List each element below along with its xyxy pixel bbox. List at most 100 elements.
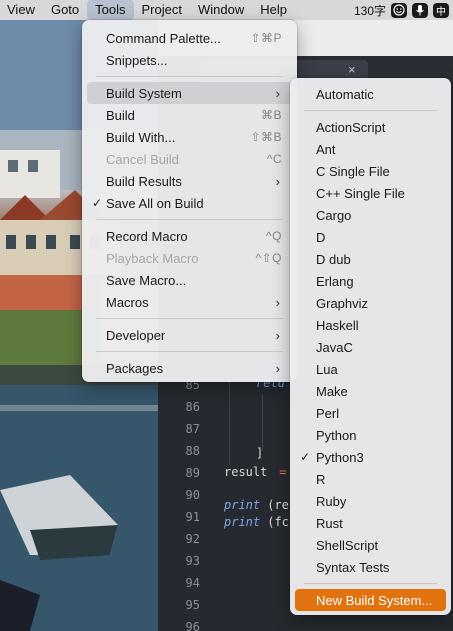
menu-separator: [96, 318, 283, 319]
line-number: 90: [185, 488, 200, 502]
menu-item-label: Python: [316, 427, 357, 443]
menu-view[interactable]: View: [0, 0, 43, 20]
menu-item-build[interactable]: Build ⌘B: [87, 104, 292, 126]
status-area: 130字 中: [354, 2, 453, 19]
menu-help[interactable]: Help: [252, 0, 295, 20]
menu-item-label: ShellScript: [316, 537, 379, 553]
line-number: 92: [185, 532, 200, 546]
menu-item-label: C Single File: [316, 163, 390, 179]
menu-item-save-all-on-build[interactable]: ✓ Save All on Build: [87, 192, 292, 214]
chevron-right-icon: ›: [275, 85, 280, 101]
menu-item-label: Command Palette...: [106, 30, 221, 46]
menu-item-label: Build: [106, 107, 135, 123]
menu-window[interactable]: Window: [190, 0, 252, 20]
menu-item-cancel-build: Cancel Build ^C: [87, 148, 292, 170]
menu-item-build-system[interactable]: Build System ›: [87, 82, 292, 104]
menu-item-label: Macros: [106, 294, 149, 310]
tools-menu: Command Palette... ⇧⌘P Snippets... Build…: [82, 20, 297, 382]
menu-item-label: Automatic: [316, 86, 374, 102]
menu-item-playback-macro: Playback Macro ^⇧Q: [87, 247, 292, 269]
menu-separator: [96, 219, 283, 220]
menu-item-record-macro[interactable]: Record Macro ^Q: [87, 225, 292, 247]
build-system-item[interactable]: ActionScript: [295, 116, 446, 138]
build-system-item[interactable]: Perl: [295, 402, 446, 424]
build-system-item[interactable]: ShellScript: [295, 534, 446, 556]
build-system-item[interactable]: Make: [295, 380, 446, 402]
build-system-item[interactable]: Haskell: [295, 314, 446, 336]
menu-item-label: Cancel Build: [106, 151, 179, 167]
menu-separator: [304, 110, 437, 111]
menu-item-shortcut: ⇧⌘P: [250, 31, 282, 45]
menu-item-shortcut: ⇧⌘B: [250, 130, 282, 144]
menu-item-command-palette[interactable]: Command Palette... ⇧⌘P: [87, 27, 292, 49]
menu-item-label: Save Macro...: [106, 272, 187, 288]
build-system-item[interactable]: D dub: [295, 248, 446, 270]
menu-item-build-with[interactable]: Build With... ⇧⌘B: [87, 126, 292, 148]
line-number: 87: [185, 422, 200, 436]
code-token: print: [224, 515, 261, 529]
line-number: 91: [185, 510, 200, 524]
line-number: 86: [185, 400, 200, 414]
menu-item-macros[interactable]: Macros ›: [87, 291, 292, 313]
new-build-system-button[interactable]: New Build System...: [295, 589, 446, 611]
chevron-right-icon: ›: [275, 294, 280, 310]
build-system-item[interactable]: R: [295, 468, 446, 490]
build-system-item-selected[interactable]: ✓ Python3: [295, 446, 446, 468]
emoji-icon[interactable]: [391, 2, 407, 18]
build-system-item[interactable]: Syntax Tests: [295, 556, 446, 578]
indent-guide: [262, 395, 263, 450]
build-system-item[interactable]: Cargo: [295, 204, 446, 226]
build-system-item[interactable]: Lua: [295, 358, 446, 380]
menu-item-label: D: [316, 229, 326, 245]
menu-item-label: Haskell: [316, 317, 359, 333]
menu-item-packages[interactable]: Packages ›: [87, 357, 292, 379]
chevron-right-icon: ›: [275, 360, 280, 376]
menu-tools[interactable]: Tools: [87, 0, 134, 20]
input-method-icon[interactable]: 中: [433, 2, 449, 18]
build-system-automatic[interactable]: Automatic: [295, 83, 446, 105]
menu-item-label: Playback Macro: [106, 250, 199, 266]
build-system-submenu: Automatic ActionScript Ant C Single File…: [290, 78, 451, 615]
menu-item-shortcut: ⌘B: [260, 108, 282, 122]
build-system-item[interactable]: Rust: [295, 512, 446, 534]
menu-project[interactable]: Project: [134, 0, 190, 20]
build-system-item[interactable]: Python: [295, 424, 446, 446]
menu-item-label: Build Results: [106, 173, 182, 189]
menu-separator: [96, 351, 283, 352]
line-number: 96: [185, 620, 200, 631]
build-system-item[interactable]: Graphviz: [295, 292, 446, 314]
menu-item-label: Python3: [316, 449, 364, 465]
menu-item-shortcut: ^Q: [266, 229, 282, 243]
word-count-status[interactable]: 130字: [354, 2, 386, 19]
close-icon[interactable]: ×: [348, 62, 356, 77]
menu-item-label: Ant: [316, 141, 336, 157]
menu-item-label: Lua: [316, 361, 338, 377]
build-system-item[interactable]: JavaC: [295, 336, 446, 358]
menu-item-label: R: [316, 471, 326, 487]
build-system-item[interactable]: C Single File: [295, 160, 446, 182]
code-token: ]: [256, 446, 264, 460]
menu-item-save-macro[interactable]: Save Macro...: [87, 269, 292, 291]
menu-item-snippets[interactable]: Snippets...: [87, 49, 292, 71]
build-system-item[interactable]: Ruby: [295, 490, 446, 512]
microphone-icon[interactable]: [412, 2, 428, 18]
build-system-item[interactable]: Erlang: [295, 270, 446, 292]
build-system-item[interactable]: Ant: [295, 138, 446, 160]
menu-item-label: Build System: [106, 85, 182, 101]
line-number: 89: [185, 466, 200, 480]
build-system-item[interactable]: C++ Single File: [295, 182, 446, 204]
menu-bar: View Goto Tools Project Window Help 130字…: [0, 0, 453, 20]
menu-item-label: Erlang: [316, 273, 354, 289]
build-system-item[interactable]: D: [295, 226, 446, 248]
menu-item-label: Save All on Build: [106, 195, 204, 211]
menu-item-label: Build With...: [106, 129, 176, 145]
menu-separator: [304, 583, 437, 584]
menu-item-build-results[interactable]: Build Results ›: [87, 170, 292, 192]
menu-goto[interactable]: Goto: [43, 0, 87, 20]
menu-item-label: Cargo: [316, 207, 352, 223]
chevron-right-icon: ›: [275, 173, 280, 189]
menu-item-developer[interactable]: Developer ›: [87, 324, 292, 346]
menu-item-label: Snippets...: [106, 52, 168, 68]
checkmark-icon: ✓: [92, 196, 103, 210]
menu-item-label: C++ Single File: [316, 185, 405, 201]
